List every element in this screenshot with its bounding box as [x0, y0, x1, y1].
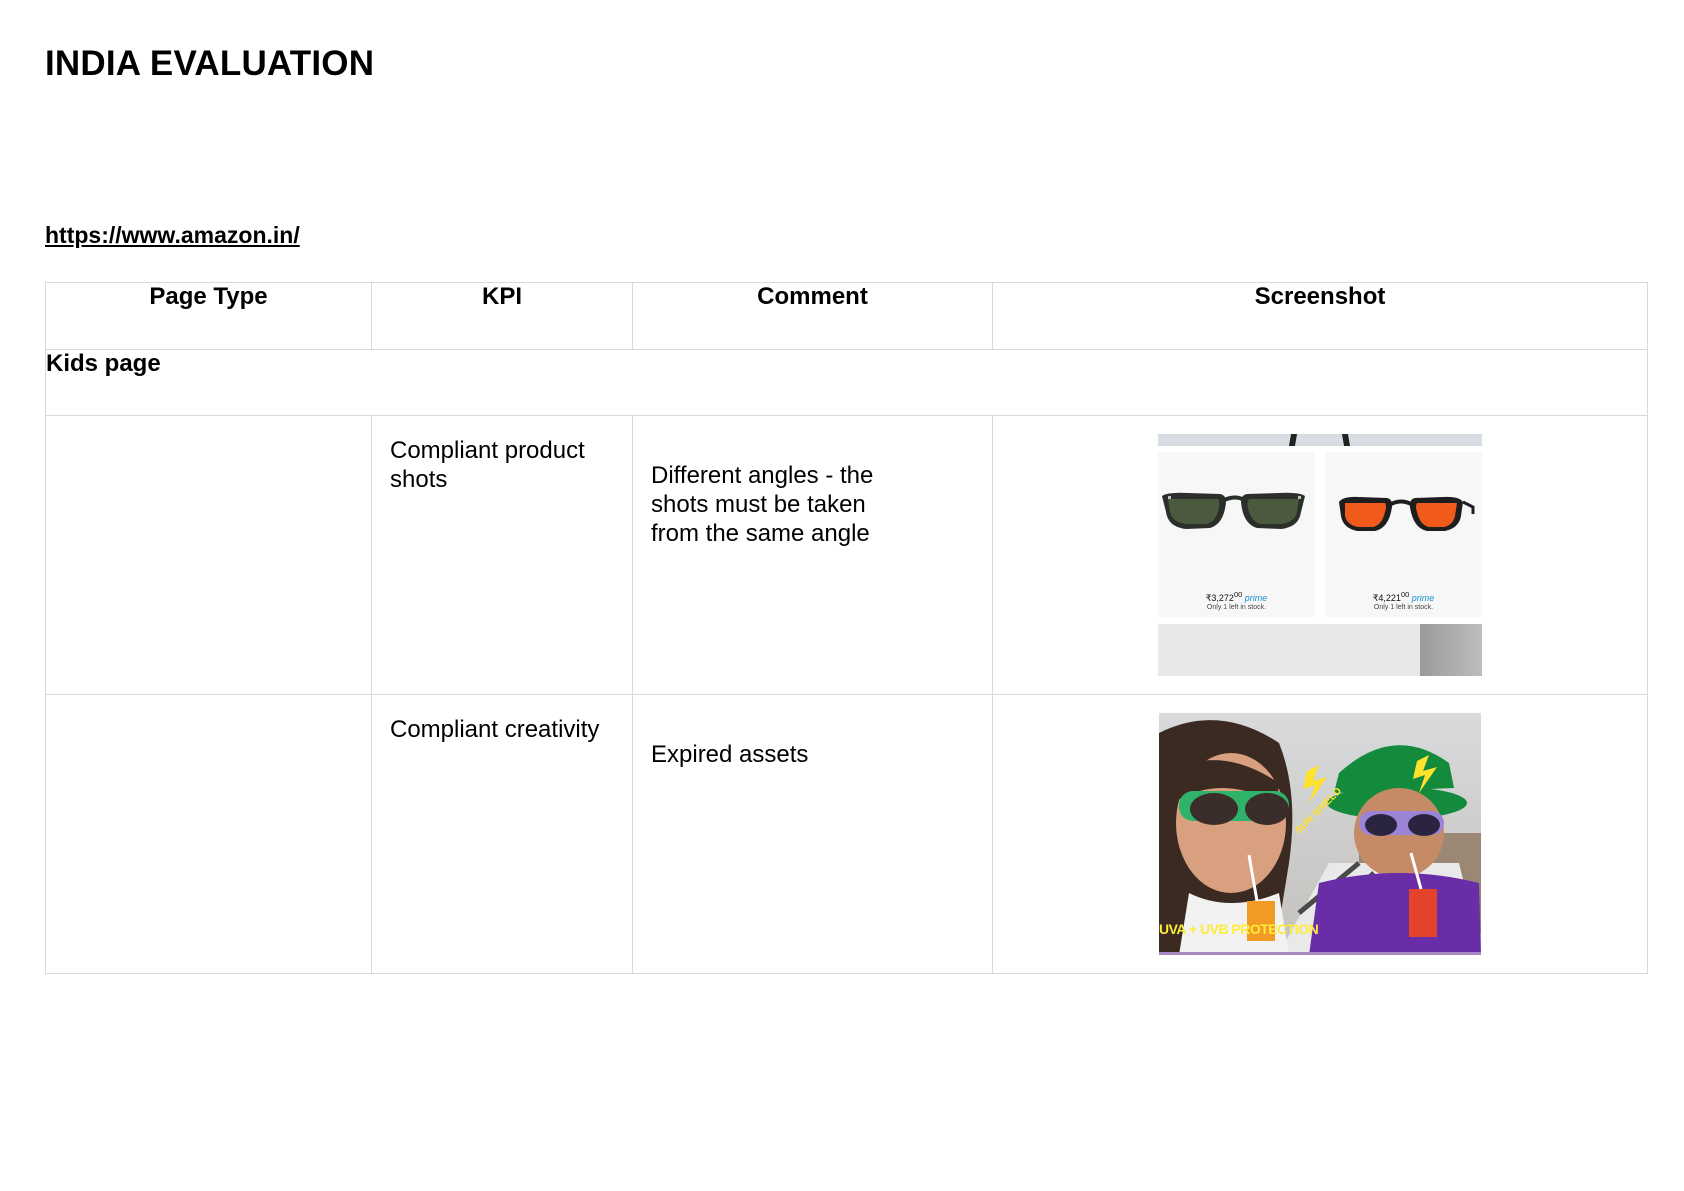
- sunglasses-icon: [1162, 492, 1305, 529]
- screenshot-image: SUN SHIELD UVA + UVB PROTECTION: [1159, 713, 1483, 955]
- section-label: Kids page: [45, 349, 1648, 416]
- prime-badge: prime: [1244, 593, 1268, 603]
- table-row: Compliant product shots Different angles…: [45, 415, 1648, 695]
- prime-badge: prime: [1411, 593, 1435, 603]
- page-type-cell: [45, 694, 372, 974]
- product-shot-image: ₹3,27200 prime Only 1 left in stock. ₹4,…: [1158, 434, 1482, 677]
- comment-cell: Expired assets: [632, 694, 993, 974]
- product-price: ₹4,22100 prime: [1372, 590, 1435, 603]
- evaluation-table: Page Type KPI Comment Screenshot Kids pa…: [45, 282, 1648, 974]
- product-card: ₹3,27200 prime Only 1 left in stock.: [1158, 452, 1315, 617]
- kids-creative-image: SUN SHIELD UVA + UVB PROTECTION: [1159, 713, 1481, 955]
- site-url-link[interactable]: https://www.amazon.in/: [45, 222, 300, 249]
- product-stock: Only 1 left in stock.: [1373, 604, 1434, 611]
- kpi-text: Compliant creativity: [390, 716, 600, 743]
- screenshot-image: ₹3,27200 prime Only 1 left in stock. ₹4,…: [1158, 434, 1482, 677]
- product-price: ₹3,27200 prime: [1205, 590, 1268, 603]
- header-comment: Comment: [632, 282, 993, 350]
- uv-protection-text: UVA + UVB PROTECTION: [1159, 921, 1319, 937]
- product-stock: Only 1 left in stock.: [1206, 604, 1267, 611]
- comment-cell: Different angles - the shots must be tak…: [632, 415, 993, 695]
- sunglasses-icon: [1339, 496, 1475, 531]
- document-title: INDIA EVALUATION: [45, 44, 375, 83]
- header-page-type: Page Type: [45, 282, 372, 350]
- screenshot-cell: ₹3,27200 prime Only 1 left in stock. ₹4,…: [992, 415, 1648, 695]
- screenshot-cell: SUN SHIELD UVA + UVB PROTECTION: [992, 694, 1648, 974]
- table-header-row: Page Type KPI Comment Screenshot: [45, 282, 1648, 350]
- comment-text: Different angles - the shots must be tak…: [651, 462, 874, 547]
- section-row: Kids page: [45, 349, 1648, 416]
- header-screenshot: Screenshot: [992, 282, 1648, 350]
- comment-text: Expired assets: [651, 741, 809, 768]
- page-type-cell: [45, 415, 372, 695]
- table-row: Compliant creativity Expired assets SUN …: [45, 694, 1648, 974]
- kpi-cell: Compliant product shots: [371, 415, 633, 695]
- product-card: ₹4,22100 prime Only 1 left in stock.: [1325, 452, 1482, 617]
- kpi-text: Compliant product shots: [390, 437, 585, 493]
- header-kpi: KPI: [371, 282, 633, 350]
- kpi-cell: Compliant creativity: [371, 694, 633, 974]
